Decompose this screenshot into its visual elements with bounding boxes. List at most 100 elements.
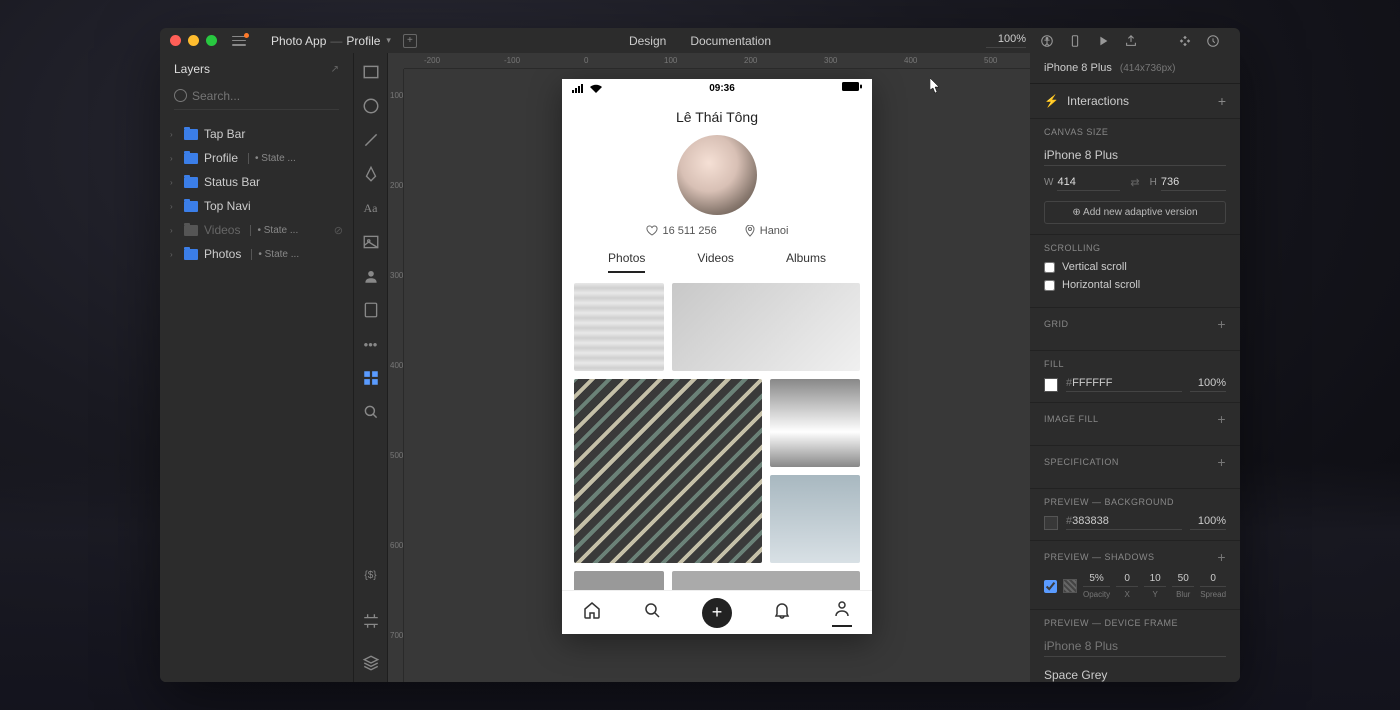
layers-title: Layers — [174, 62, 210, 76]
battery-icon — [842, 82, 862, 94]
photo-thumb[interactable] — [574, 283, 664, 371]
layer-item[interactable]: ›Videos• State ...⊘ — [160, 218, 353, 242]
photo-thumb[interactable] — [770, 379, 860, 467]
grid-tool[interactable] — [362, 369, 380, 387]
more-tool[interactable]: ••• — [362, 335, 380, 353]
layer-item[interactable]: ›Top Navi — [160, 194, 353, 218]
location-stat: Hanoi — [745, 225, 789, 237]
photo-thumb[interactable] — [574, 571, 664, 590]
window-minimize-button[interactable] — [188, 35, 199, 46]
spacing-tool[interactable] — [362, 612, 380, 630]
add-imagefill-button[interactable]: + — [1217, 411, 1226, 427]
frame-tool[interactable] — [362, 301, 380, 319]
layers-tool[interactable] — [362, 654, 380, 672]
add-interaction-button[interactable]: + — [1218, 93, 1226, 109]
photo-thumb[interactable] — [574, 379, 762, 563]
add-spec-button[interactable]: + — [1217, 454, 1226, 470]
profile-tabs: Photos Videos Albums — [562, 245, 872, 273]
add-adaptive-button[interactable]: ⊕ Add new adaptive version — [1044, 201, 1226, 224]
ruler-horizontal: -200-1000100200300400500600 — [404, 53, 1030, 69]
image-tool[interactable] — [362, 233, 380, 251]
tab-design[interactable]: Design — [629, 34, 666, 48]
menu-icon[interactable] — [232, 36, 246, 46]
height-input[interactable] — [1161, 174, 1226, 191]
home-icon[interactable] — [582, 600, 602, 625]
canvas-preset-select[interactable]: iPhone 8 Plus — [1044, 145, 1226, 166]
signal-icon — [572, 84, 602, 93]
profile-icon[interactable] — [832, 598, 852, 627]
accessibility-icon[interactable] — [1040, 34, 1054, 48]
avatar-tool[interactable] — [362, 267, 380, 285]
play-icon[interactable] — [1096, 34, 1110, 48]
line-tool[interactable] — [362, 131, 380, 149]
layer-item[interactable]: ›Profile• State ... — [160, 146, 353, 170]
tab-videos[interactable]: Videos — [697, 251, 733, 273]
export-icon[interactable] — [1124, 34, 1138, 48]
components-icon[interactable] — [1178, 34, 1192, 48]
status-time: 09:36 — [709, 83, 735, 94]
layer-item[interactable]: ›Tap Bar — [160, 122, 353, 146]
layer-item[interactable]: ›Photos• State ... — [160, 242, 353, 266]
project-name: Photo App — [271, 34, 326, 48]
device-label: iPhone 8 Plus — [1044, 62, 1112, 74]
devframe-color-select[interactable]: Space Grey — [1044, 665, 1226, 682]
imagefill-heading: IMAGE FILL — [1044, 414, 1099, 424]
rectangle-tool[interactable] — [362, 63, 380, 81]
collapse-icon[interactable]: ↗ — [331, 64, 339, 75]
prevbg-swatch[interactable] — [1044, 516, 1058, 530]
vscroll-checkbox[interactable]: Vertical scroll — [1044, 261, 1226, 273]
tool-column: Aa ••• {$} — [354, 53, 388, 682]
fill-heading: FILL — [1044, 359, 1226, 369]
tab-photos[interactable]: Photos — [608, 251, 645, 273]
add-page-button[interactable]: + — [403, 34, 417, 48]
device-icon[interactable] — [1068, 34, 1082, 48]
zoom-input[interactable] — [986, 33, 1026, 48]
interactions-label: Interactions — [1067, 94, 1129, 108]
app-window: Photo App — Profile ▾ + Design Documenta… — [160, 28, 1240, 682]
window-close-button[interactable] — [170, 35, 181, 46]
devframe-heading: PREVIEW — DEVICE FRAME — [1044, 618, 1226, 628]
fill-opacity[interactable]: 100% — [1190, 377, 1226, 392]
prevbg-opacity[interactable]: 100% — [1190, 515, 1226, 530]
photo-thumb[interactable] — [672, 283, 860, 371]
add-shadow-button[interactable]: + — [1217, 549, 1226, 565]
shadow-swatch[interactable] — [1063, 579, 1077, 593]
width-input[interactable] — [1057, 174, 1120, 191]
add-button[interactable]: + — [702, 598, 732, 628]
text-tool[interactable]: Aa — [362, 199, 380, 217]
cursor-icon — [930, 78, 942, 94]
photo-thumb[interactable] — [672, 571, 860, 590]
fill-swatch[interactable] — [1044, 378, 1058, 392]
search-tool[interactable] — [362, 403, 380, 421]
fill-hex[interactable]: #FFFFFF — [1066, 377, 1182, 392]
bolt-icon: ⚡ — [1044, 94, 1059, 108]
prevbg-heading: PREVIEW — BACKGROUND — [1044, 497, 1226, 507]
shadow-enabled[interactable] — [1044, 580, 1057, 593]
search-icon[interactable] — [642, 600, 662, 625]
devframe-device-select[interactable]: iPhone 8 Plus — [1044, 636, 1226, 657]
canvas[interactable]: -200-1000100200300400500600 100200300400… — [388, 53, 1030, 682]
bell-icon[interactable] — [772, 600, 792, 625]
add-grid-button[interactable]: + — [1217, 316, 1226, 332]
artboard-profile[interactable]: 09:36 Lê Thái Tông 16 511 256 — [562, 79, 872, 634]
prevbg-hex[interactable]: #383838 — [1066, 515, 1182, 530]
hscroll-checkbox[interactable]: Horizontal scroll — [1044, 279, 1226, 291]
window-zoom-button[interactable] — [206, 35, 217, 46]
layer-item[interactable]: ›Status Bar — [160, 170, 353, 194]
breadcrumb[interactable]: Photo App — Profile ▾ — [271, 34, 391, 48]
ellipse-tool[interactable] — [362, 97, 380, 115]
chevron-down-icon: ▾ — [386, 35, 391, 46]
likes-stat: 16 511 256 — [646, 225, 717, 237]
layers-search-input[interactable] — [174, 85, 339, 110]
spec-heading: SPECIFICATION — [1044, 457, 1119, 467]
profile-name: Lê Thái Tông — [676, 109, 758, 125]
tab-documentation[interactable]: Documentation — [690, 34, 771, 48]
photo-thumb[interactable] — [770, 475, 860, 563]
pen-tool[interactable] — [362, 165, 380, 183]
code-tool[interactable]: {$} — [362, 566, 380, 584]
history-icon[interactable] — [1206, 34, 1220, 48]
avatar[interactable] — [677, 135, 757, 215]
tab-bar: + — [562, 590, 872, 634]
inspector-panel: iPhone 8 Plus (414x736px) ⚡ Interactions… — [1030, 53, 1240, 682]
tab-albums[interactable]: Albums — [786, 251, 826, 273]
